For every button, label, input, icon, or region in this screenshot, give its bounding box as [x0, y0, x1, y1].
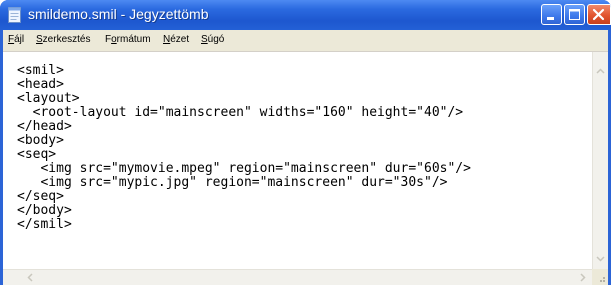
close-icon [592, 8, 605, 21]
window-title: smildemo.smil - Jegyzettömb [28, 6, 209, 22]
code-line: <head> [17, 77, 64, 92]
menu-help[interactable]: Súgó [201, 34, 224, 45]
horizontal-scrollbar[interactable] [3, 269, 592, 285]
menu-format-label: rmátum [116, 34, 151, 45]
code-line: </head> [17, 119, 72, 134]
code-line: </smil> [17, 217, 72, 232]
code-line: <img src="mypic.jpg" region="mainscreen"… [17, 175, 448, 190]
code-line: <smil> [17, 63, 64, 78]
code-line: <body> [17, 133, 64, 148]
maximize-button[interactable] [564, 4, 585, 25]
menu-edit-label: zerkesztés [42, 34, 91, 45]
close-button[interactable] [587, 4, 611, 25]
notepad-window: smildemo.smil - Jegyzettömb Fájl Szerkes… [0, 0, 611, 285]
editor: <smil> <head> <layout> <root-layout id="… [3, 52, 608, 285]
code-line: </seq> [17, 189, 64, 204]
menu-file-label: ájl [14, 34, 25, 45]
menu-help-accel: S [201, 34, 208, 45]
menu-view-label: ézet [170, 34, 190, 45]
code-line: <root-layout id="mainscreen" widths="160… [17, 105, 464, 120]
resize-grip-icon [600, 277, 605, 282]
code-line: </body> [17, 203, 72, 218]
menu-format[interactable]: Formátum [105, 34, 151, 45]
menu-help-label: úgó [207, 34, 225, 45]
scroll-up-icon[interactable] [593, 64, 608, 79]
scroll-down-icon[interactable] [593, 251, 608, 266]
vertical-scrollbar[interactable] [592, 52, 608, 269]
scroll-right-icon[interactable] [575, 270, 590, 285]
code-line: <seq> [17, 147, 57, 162]
menu-view[interactable]: Nézet [163, 34, 189, 45]
title-bar[interactable]: smildemo.smil - Jegyzettömb [0, 0, 611, 30]
menu-edit[interactable]: Szerkesztés [36, 34, 90, 45]
size-grip[interactable] [592, 269, 608, 285]
maximize-icon [569, 9, 580, 20]
menu-edit-accel: S [36, 34, 43, 45]
code-line: <img src="mymovie.mpeg" region="mainscre… [17, 161, 471, 176]
code-line: <layout> [17, 91, 80, 106]
text-area[interactable]: <smil> <head> <layout> <root-layout id="… [3, 52, 592, 269]
scroll-left-icon[interactable] [23, 270, 38, 285]
menu-bar: Fájl Szerkesztés Formátum Nézet Súgó [3, 30, 608, 52]
menu-file[interactable]: Fájl [8, 34, 24, 45]
minimize-icon [547, 17, 554, 20]
notepad-icon [8, 7, 21, 23]
minimize-button[interactable] [541, 4, 562, 25]
